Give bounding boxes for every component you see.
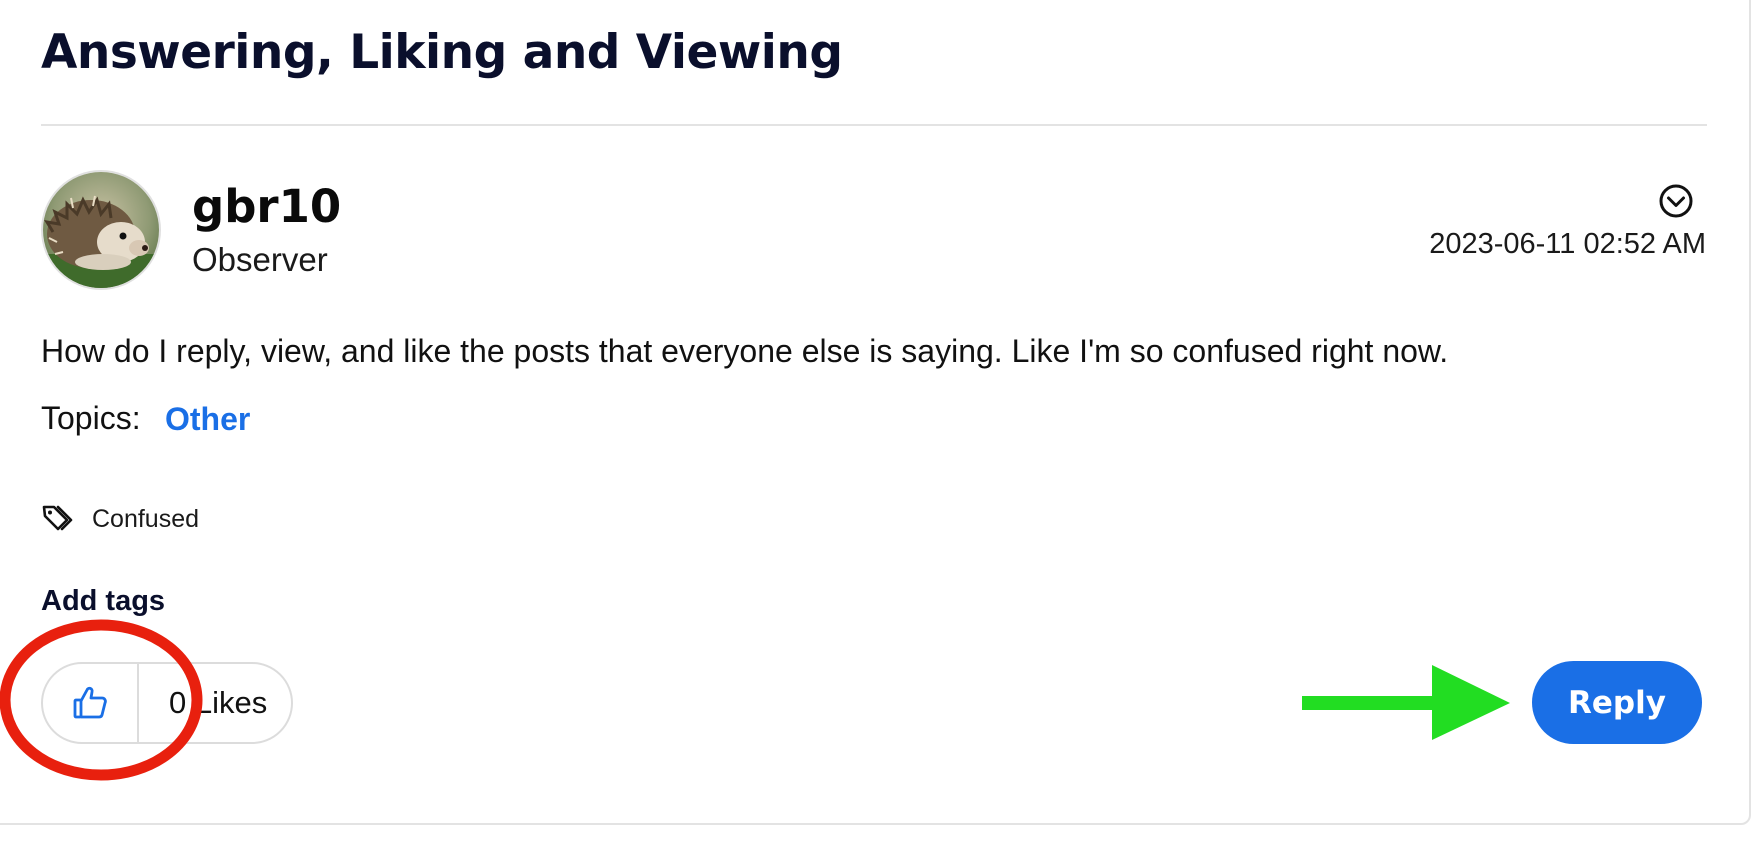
tag-confused[interactable]: Confused: [92, 503, 199, 535]
title-divider: [41, 124, 1707, 126]
kudos-widget: 0 Likes: [41, 662, 293, 744]
reply-button[interactable]: Reply: [1532, 661, 1702, 744]
topics-label: Topics:: [41, 400, 141, 436]
like-button[interactable]: [43, 664, 139, 742]
thumbs-up-icon: [73, 686, 107, 719]
post-body: How do I reply, view, and like the posts…: [41, 333, 1449, 369]
kudos-count: 0 Likes: [169, 685, 268, 720]
topic-link-other[interactable]: Other: [165, 398, 250, 440]
avatar[interactable]: [41, 170, 161, 290]
tags-icon: [41, 503, 75, 533]
hedgehog-avatar-image: [43, 172, 159, 288]
chevron-circle-down-icon[interactable]: [1656, 181, 1696, 221]
page-title: Answering, Liking and Viewing: [41, 25, 843, 80]
author-rank: Observer: [192, 241, 328, 278]
author-username[interactable]: gbr10: [192, 180, 341, 234]
post-timestamp: 2023-06-11 02:52 AM: [1429, 228, 1706, 260]
add-tags-link[interactable]: Add tags: [41, 583, 165, 619]
